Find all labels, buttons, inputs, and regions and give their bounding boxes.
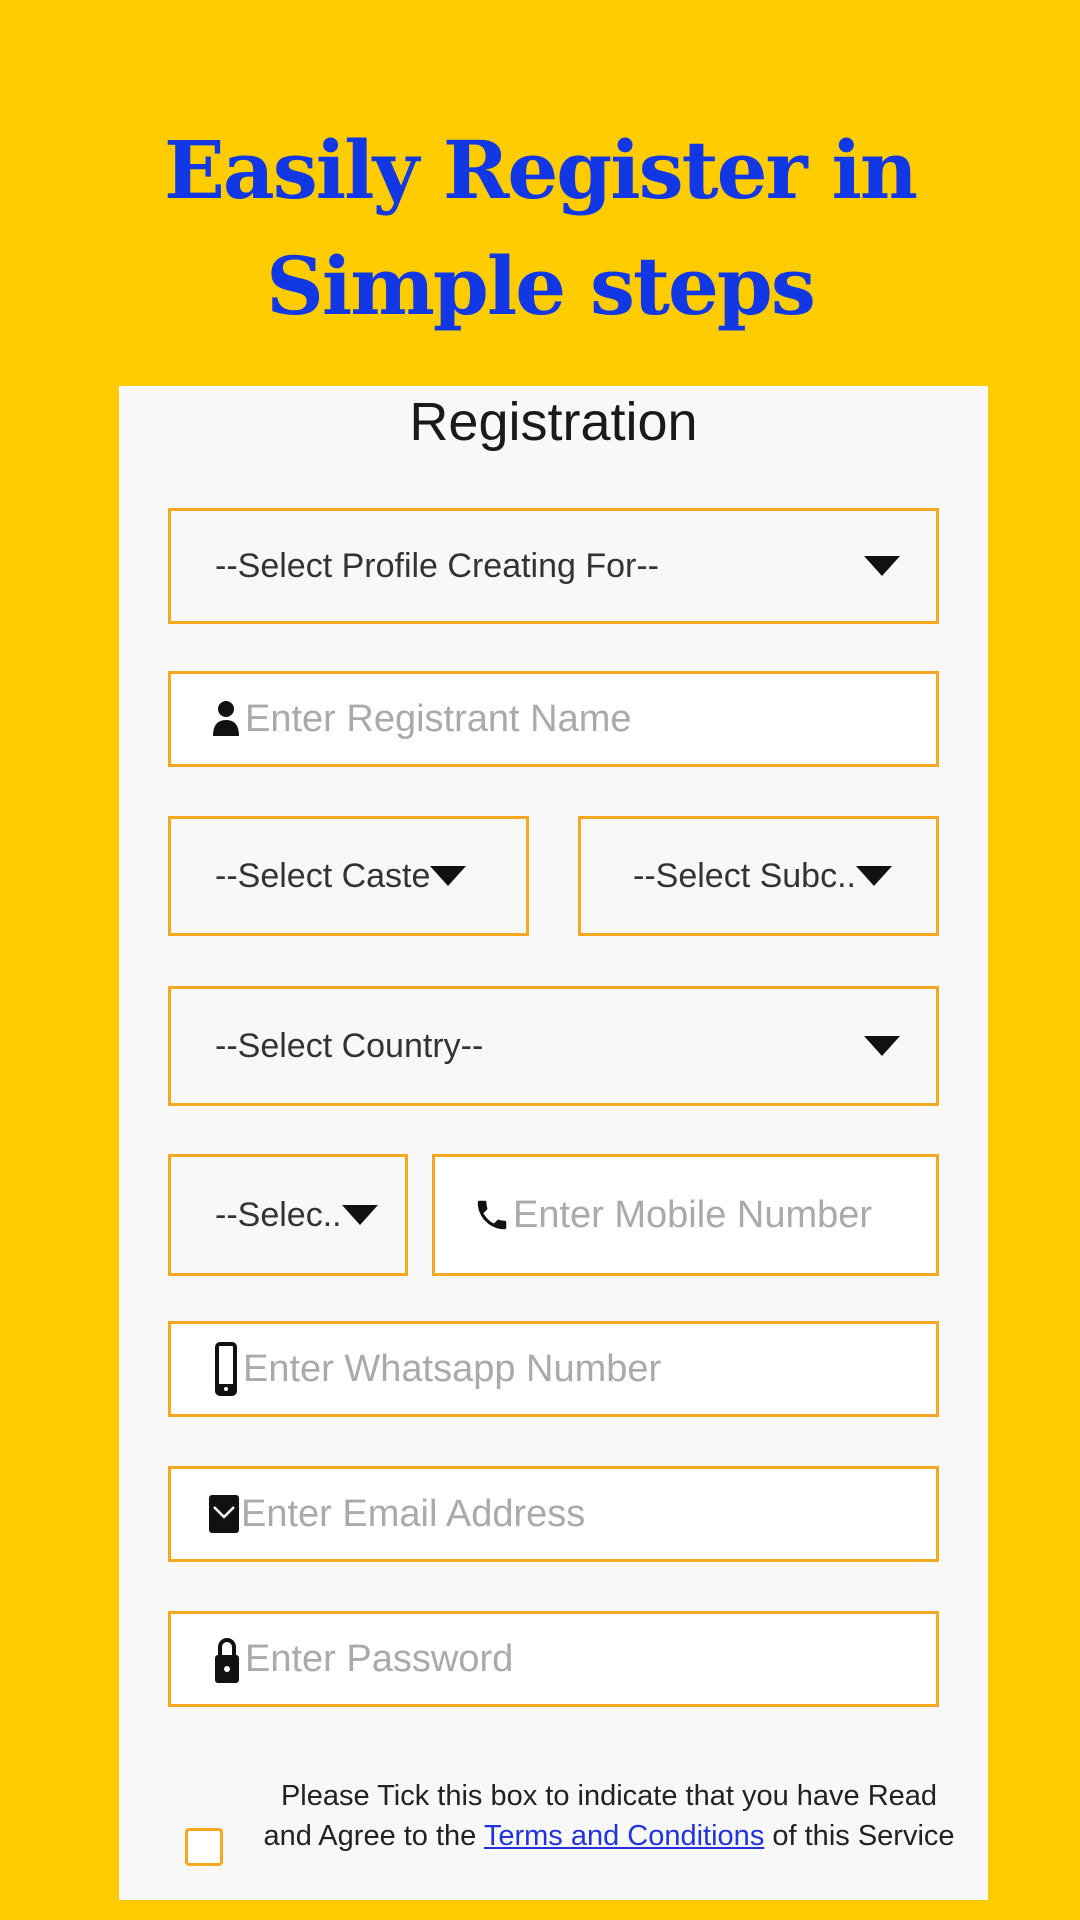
terms-checkbox[interactable] [185, 1828, 223, 1866]
password-placeholder: Enter Password [245, 1637, 514, 1680]
profile-for-value: --Select Profile Creating For-- [215, 546, 660, 585]
chevron-down-icon [855, 866, 892, 886]
mail-icon [209, 1493, 239, 1535]
headline-line-1: Easily Register in [163, 123, 918, 217]
chevron-down-icon [430, 866, 467, 886]
profile-for-select[interactable]: --Select Profile Creating For-- [168, 508, 939, 624]
caste-select[interactable]: --Select Caste [168, 816, 529, 936]
country-select[interactable]: --Select Country-- [168, 986, 939, 1106]
terms-agreement: Please Tick this box to indicate that yo… [119, 1776, 988, 1896]
form-title: Registration [409, 392, 698, 452]
email-address-input[interactable]: Enter Email Address [168, 1466, 939, 1562]
phone-icon [473, 1195, 511, 1235]
country-code-select[interactable]: --Selec.. [168, 1154, 408, 1276]
terms-text-after: of this Service [764, 1820, 955, 1852]
registration-card: Registration --Select Profile Creating F… [119, 386, 988, 1900]
mobile-number-input[interactable]: Enter Mobile Number [432, 1154, 939, 1276]
whatsapp-number-placeholder: Enter Whatsapp Number [243, 1347, 662, 1390]
mobile-number-placeholder: Enter Mobile Number [513, 1193, 873, 1236]
lock-icon [215, 1633, 239, 1685]
country-code-value: --Selec.. [215, 1195, 342, 1234]
terms-text: Please Tick this box to indicate that yo… [259, 1776, 959, 1856]
smartphone-icon [215, 1342, 237, 1396]
caste-value: --Select Caste [215, 856, 431, 895]
chevron-down-icon [864, 1036, 900, 1056]
chevron-down-icon [864, 556, 900, 576]
person-icon [213, 700, 239, 738]
whatsapp-number-input[interactable]: Enter Whatsapp Number [168, 1321, 939, 1417]
email-address-placeholder: Enter Email Address [241, 1492, 586, 1535]
subcaste-value: --Select Subc.. [633, 856, 856, 895]
country-value: --Select Country-- [215, 1026, 484, 1065]
registrant-name-placeholder: Enter Registrant Name [245, 697, 632, 740]
terms-and-conditions-link[interactable]: Terms and Conditions [484, 1820, 764, 1852]
password-input[interactable]: Enter Password [168, 1611, 939, 1707]
registrant-name-input[interactable]: Enter Registrant Name [168, 671, 939, 767]
headline: Easily Register in Simple steps [0, 112, 1080, 344]
subcaste-select[interactable]: --Select Subc.. [578, 816, 939, 936]
headline-line-2: Simple steps [266, 239, 816, 333]
chevron-down-icon [341, 1205, 378, 1225]
